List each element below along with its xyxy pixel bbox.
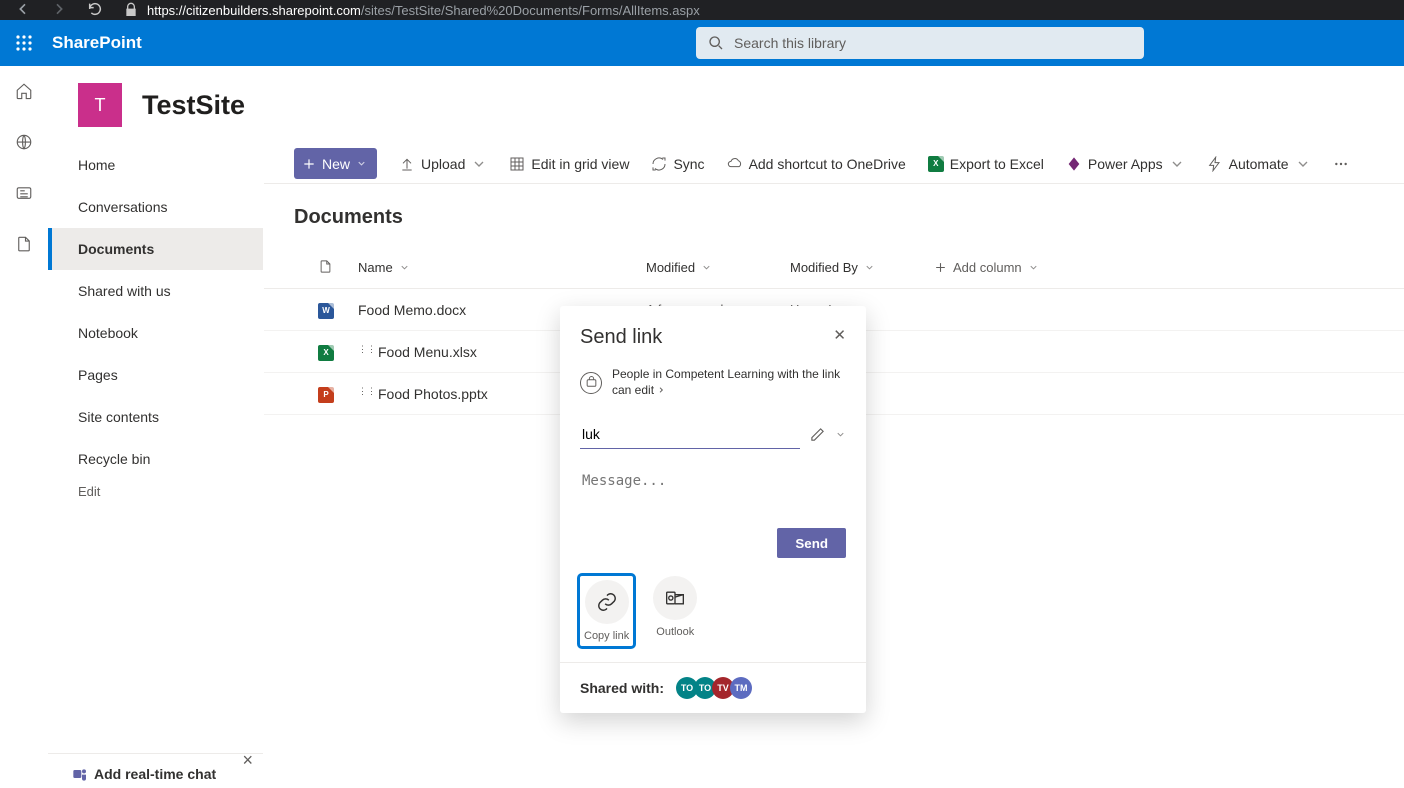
chat-promo: × Add real-time chat (48, 753, 263, 788)
chevron-down-icon (1295, 156, 1311, 172)
nav-item-home[interactable]: Home (48, 144, 263, 186)
powerapps-icon (1066, 156, 1082, 172)
url-path: /sites/TestSite/Shared%20Documents/Forms… (361, 3, 700, 18)
chevron-down-icon (356, 158, 367, 169)
nav-item-recycle-bin[interactable]: Recycle bin (48, 438, 263, 480)
search-input[interactable]: Search this library (696, 27, 1144, 59)
browser-bar: https://citizenbuilders.sharepoint.com/s… (0, 0, 1404, 20)
nav-item-documents[interactable]: Documents (48, 228, 263, 270)
grid-view-button[interactable]: Edit in grid view (509, 156, 629, 172)
url-host: https://citizenbuilders.sharepoint.com (147, 3, 361, 18)
chevron-down-icon (701, 262, 712, 273)
outlook-icon (665, 588, 685, 608)
chevron-down-icon (1169, 156, 1185, 172)
xlsx-icon: X (318, 345, 334, 361)
add-column-button[interactable]: Add column (934, 260, 1039, 275)
files-rail-icon[interactable] (15, 235, 33, 256)
lock-icon (123, 2, 139, 18)
docx-icon: W (318, 303, 334, 319)
plus-icon (302, 157, 316, 171)
copy-link-button[interactable]: Copy link (580, 576, 633, 646)
message-input[interactable] (580, 465, 846, 515)
sync-icon (651, 156, 667, 172)
search-placeholder: Search this library (734, 35, 846, 51)
excel-icon: X (928, 156, 944, 172)
address-bar[interactable]: https://citizenbuilders.sharepoint.com/s… (123, 2, 700, 18)
home-rail-icon[interactable] (15, 82, 33, 103)
export-excel-button[interactable]: X Export to Excel (928, 156, 1044, 172)
shortcut-button[interactable]: Add shortcut to OneDrive (727, 156, 906, 172)
pptx-icon: P (318, 387, 334, 403)
plus-icon (934, 261, 947, 274)
new-button[interactable]: New (294, 148, 377, 179)
power-apps-button[interactable]: Power Apps (1066, 156, 1185, 172)
link-scope-button[interactable]: People in Competent Learning with the li… (580, 367, 846, 398)
ellipsis-icon (1333, 156, 1349, 172)
file-icon (318, 259, 333, 274)
upload-button[interactable]: Upload (399, 156, 487, 172)
send-button[interactable]: Send (777, 528, 846, 558)
close-icon[interactable]: × (242, 750, 253, 771)
more-button[interactable] (1333, 156, 1349, 172)
chat-promo-title[interactable]: Add real-time chat (94, 766, 216, 782)
chevron-down-icon (399, 262, 410, 273)
search-icon (708, 35, 724, 51)
outlook-button[interactable]: Outlook (653, 576, 697, 646)
chevron-down-icon (864, 262, 875, 273)
site-header: T TestSite (48, 66, 1404, 144)
dialog-title: Send link (580, 326, 662, 349)
forward-icon[interactable] (51, 1, 67, 20)
news-rail-icon[interactable] (15, 184, 33, 205)
col-modified-header[interactable]: Modified (646, 260, 790, 275)
app-launcher-icon[interactable] (0, 35, 48, 51)
chevron-down-icon[interactable] (835, 429, 846, 440)
site-logo[interactable]: T (78, 83, 122, 127)
suite-header: SharePoint Search this library (0, 20, 1404, 66)
close-icon[interactable]: ✕ (833, 326, 846, 344)
shared-with-row[interactable]: Shared with: TOTOTVTM (560, 662, 866, 713)
people-icon (580, 372, 602, 394)
list-header: Name Modified Modified By Add column (264, 247, 1404, 289)
nav-item-pages[interactable]: Pages (48, 354, 263, 396)
upload-icon (399, 156, 415, 172)
reload-icon[interactable] (87, 1, 103, 20)
flow-icon (1207, 156, 1223, 172)
nav-item-shared-with-us[interactable]: Shared with us (48, 270, 263, 312)
avatar[interactable]: TM (730, 677, 752, 699)
main-content: New Upload Edit in grid view Sync (264, 144, 1404, 788)
command-bar: New Upload Edit in grid view Sync (264, 144, 1404, 184)
nav-item-site-contents[interactable]: Site contents (48, 396, 263, 438)
chevron-right-icon (657, 386, 665, 394)
col-name-header[interactable]: Name (358, 260, 646, 275)
chevron-down-icon (1028, 262, 1039, 273)
sync-button[interactable]: Sync (651, 156, 704, 172)
nav-edit-link[interactable]: Edit (48, 484, 263, 499)
col-modifiedby-header[interactable]: Modified By (790, 260, 934, 275)
site-nav: HomeConversationsDocumentsShared with us… (48, 144, 264, 788)
recipient-input[interactable] (580, 420, 800, 449)
left-rail (0, 66, 48, 788)
grid-icon (509, 156, 525, 172)
site-title[interactable]: TestSite (142, 90, 245, 121)
automate-button[interactable]: Automate (1207, 156, 1311, 172)
send-link-dialog: Send link ✕ People in Competent Learning… (560, 306, 866, 713)
app-name[interactable]: SharePoint (52, 33, 142, 53)
nav-item-notebook[interactable]: Notebook (48, 312, 263, 354)
col-type-icon[interactable] (318, 259, 358, 277)
page-title: Documents (264, 184, 1404, 247)
link-icon (596, 591, 618, 613)
back-icon[interactable] (15, 1, 31, 20)
chevron-down-icon (471, 156, 487, 172)
globe-rail-icon[interactable] (15, 133, 33, 154)
teams-icon (72, 766, 88, 782)
nav-item-conversations[interactable]: Conversations (48, 186, 263, 228)
onedrive-icon (727, 156, 743, 172)
pencil-icon[interactable] (810, 427, 825, 442)
